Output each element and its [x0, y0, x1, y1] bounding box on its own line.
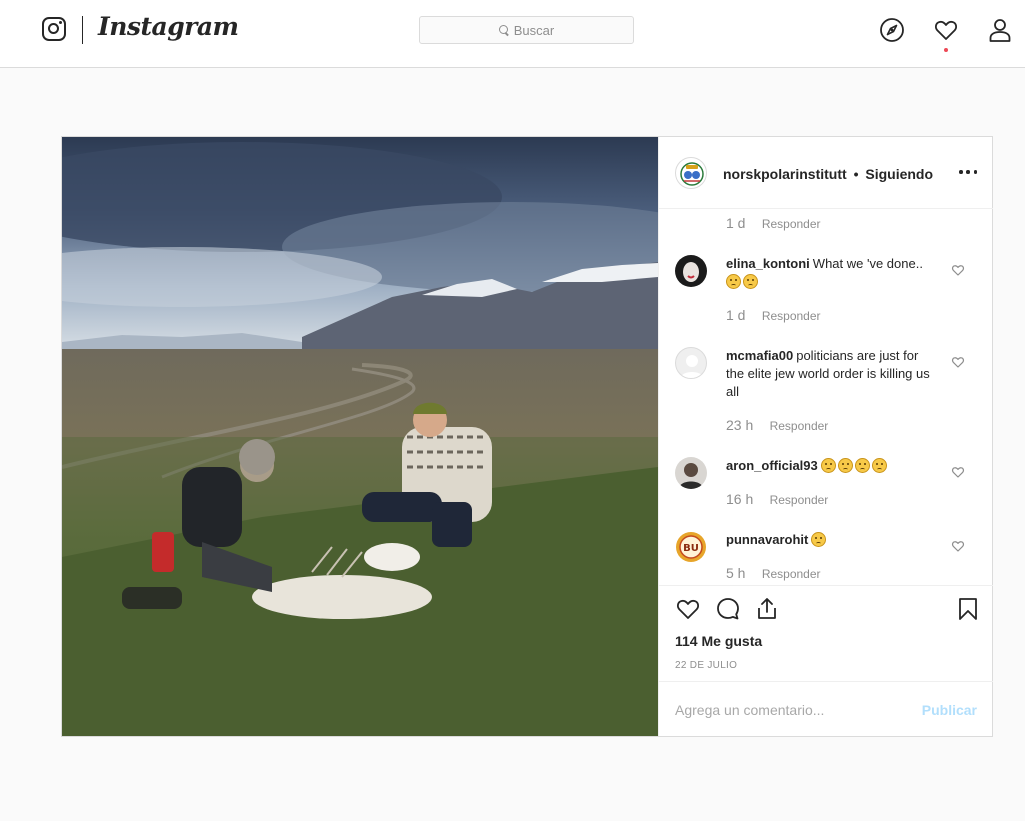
post-side-panel: norskpolarinstitutt • Siguiendo 1 d Resp…	[658, 137, 993, 737]
likes-count[interactable]: 114 Me gusta	[675, 633, 762, 649]
svg-text:BU: BU	[683, 543, 699, 554]
explore-compass-icon[interactable]	[879, 17, 905, 43]
comment-body: What we 've done..	[812, 256, 923, 271]
comments-list[interactable]: 1 d Responder elina_kontoni What we 've d…	[659, 209, 993, 585]
save-bookmark-icon[interactable]	[955, 596, 981, 622]
sad-face-emoji-icon	[854, 458, 870, 473]
comment-meta: 16 h Responder	[726, 491, 828, 507]
comment-like-heart-icon[interactable]	[951, 355, 965, 369]
comment-like-heart-icon[interactable]	[951, 539, 965, 553]
commenter-avatar[interactable]	[675, 255, 707, 287]
comment-bubble-icon[interactable]	[715, 596, 741, 622]
owner-avatar[interactable]	[675, 157, 707, 189]
reply-button[interactable]: Responder	[762, 309, 821, 323]
avatar-image	[675, 255, 707, 287]
more-options-icon[interactable]	[959, 165, 977, 179]
comment-text: mcmafia00 politicians are just for the el…	[726, 347, 936, 401]
comment-text: elina_kontoni What we 've done..	[726, 255, 936, 291]
post-photo-illustration	[62, 137, 658, 736]
reply-button[interactable]: Responder	[762, 567, 821, 581]
logo-divider	[82, 16, 83, 44]
owner-separator: •	[853, 166, 859, 182]
reply-button[interactable]: Responder	[770, 419, 829, 433]
comment-username[interactable]: mcmafia00	[726, 348, 793, 363]
caption-meta: 1 d Responder	[726, 215, 821, 231]
comment-username[interactable]: punnavarohit	[726, 532, 808, 547]
sad-face-emoji-icon	[743, 274, 758, 289]
avatar-image: BU	[676, 532, 706, 562]
comment-age: 23 h	[726, 417, 754, 433]
comment-age: 1 d	[726, 307, 746, 323]
comment-text: punnavarohit	[726, 531, 936, 549]
sad-face-emoji-icon	[837, 458, 853, 473]
top-navigation-bar: Instagram Buscar	[0, 0, 1025, 68]
comment-like-heart-icon[interactable]	[951, 465, 965, 479]
comment-meta: 23 h Responder	[726, 417, 828, 433]
default-avatar-icon	[681, 355, 703, 378]
commenter-avatar[interactable]	[675, 457, 707, 489]
notification-dot	[944, 48, 948, 52]
reply-button[interactable]: Responder	[770, 493, 829, 507]
comment-input[interactable]: Agrega un comentario...	[675, 702, 824, 718]
search-placeholder: Buscar	[513, 22, 555, 38]
share-icon[interactable]	[754, 596, 780, 622]
comment-username[interactable]: aron_official93	[726, 458, 818, 473]
owner-logo-icon	[680, 162, 704, 186]
commenter-avatar[interactable]	[675, 347, 707, 379]
profile-icon[interactable]	[987, 17, 1013, 43]
comment-age: 1 d	[726, 215, 746, 231]
comment-text: aron_official93	[726, 457, 936, 475]
comment-username[interactable]: elina_kontoni	[726, 256, 810, 271]
owner-username[interactable]: norskpolarinstitutt	[723, 166, 847, 182]
sad-face-emoji-icon	[871, 458, 887, 473]
publish-button[interactable]: Publicar	[922, 702, 977, 718]
owner-line: norskpolarinstitutt • Siguiendo	[723, 166, 933, 182]
post-card: norskpolarinstitutt • Siguiendo 1 d Resp…	[61, 136, 993, 737]
avatar-image	[675, 457, 707, 489]
post-photo[interactable]	[62, 137, 658, 736]
like-heart-icon[interactable]	[675, 596, 701, 622]
post-header: norskpolarinstitutt • Siguiendo	[659, 137, 993, 209]
comment-meta: 5 h Responder	[726, 565, 821, 581]
following-button[interactable]: Siguiendo	[865, 166, 933, 182]
sad-face-emoji-icon	[726, 274, 741, 289]
instagram-wordmark[interactable]: Instagram	[98, 12, 239, 41]
search-input[interactable]: Buscar	[419, 16, 634, 44]
comment-like-heart-icon[interactable]	[951, 263, 965, 277]
search-icon	[498, 25, 509, 35]
sad-face-emoji-icon	[811, 532, 827, 547]
activity-heart-icon[interactable]	[933, 17, 959, 43]
instagram-glyph-icon[interactable]	[42, 17, 66, 41]
comment-age: 16 h	[726, 491, 754, 507]
post-date[interactable]: 22 DE JULIO	[675, 660, 737, 671]
comment-meta: 1 d Responder	[726, 307, 821, 323]
reply-button[interactable]: Responder	[762, 217, 821, 231]
sad-face-emoji-icon	[820, 458, 836, 473]
comment-age: 5 h	[726, 565, 746, 581]
commenter-avatar[interactable]: BU	[675, 531, 707, 563]
add-comment-bar: Agrega un comentario... Publicar	[659, 681, 993, 737]
post-actions: 114 Me gusta 22 DE JULIO	[659, 585, 993, 681]
